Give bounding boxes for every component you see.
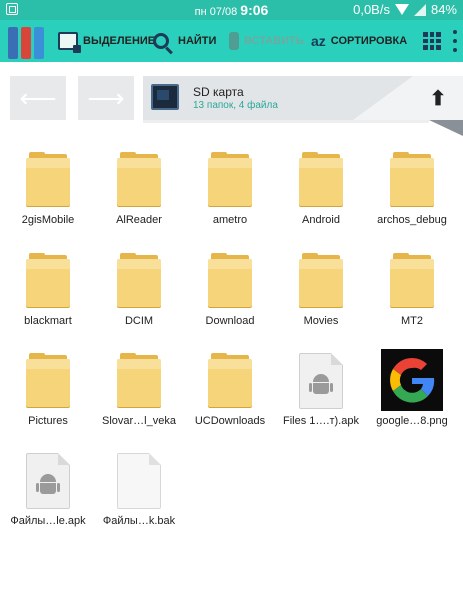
status-time: 9:06 [240, 2, 269, 18]
file-name: Android [302, 214, 340, 226]
file-manager-screen: пн 07/08 9:06 0,0B/s 84% ВЫДЕЛЕНИЕ НАЙТИ … [0, 0, 463, 600]
path-bar-shadow [143, 120, 429, 123]
file-name: Slovar…l_veka [102, 415, 176, 427]
back-arrow-icon: ⟵ [19, 83, 57, 113]
folder-icon [26, 152, 70, 208]
wifi-icon [394, 4, 409, 15]
file-name: MT2 [401, 315, 423, 327]
select-label: ВЫДЕЛЕНИЕ [83, 35, 156, 47]
up-arrow-icon: ⬆ [429, 87, 447, 110]
app-logo-icon[interactable] [8, 23, 46, 59]
file-name: blackmart [24, 315, 72, 327]
file-item[interactable]: UCDownloads [184, 353, 276, 443]
forward-button[interactable]: ⟶ [78, 76, 134, 120]
file-item[interactable]: Movies [275, 253, 367, 343]
paste-label: ВСТАВИТЬ [244, 35, 304, 47]
folder-icon [117, 353, 161, 409]
file-name: Files 1….т).apk [283, 415, 359, 427]
folder-icon [208, 152, 252, 208]
toolbar: ВЫДЕЛЕНИЕ НАЙТИ ВСТАВИТЬ az СОРТИРОВКА [0, 20, 463, 62]
search-button[interactable]: НАЙТИ [153, 20, 216, 62]
file-item[interactable]: DCIM [93, 253, 185, 343]
more-menu-icon[interactable] [453, 30, 457, 52]
paste-icon [229, 32, 239, 50]
file-name: Файлы…le.apk [10, 515, 86, 527]
file-name: AlReader [116, 214, 162, 226]
file-item[interactable]: Files 1….т).apk [275, 353, 367, 443]
file-item[interactable]: Файлы…le.apk [2, 453, 94, 543]
forward-arrow-icon: ⟶ [87, 83, 125, 113]
folder-icon [26, 253, 70, 309]
blank-file-icon [117, 453, 161, 509]
battery-level: 84% [430, 2, 457, 17]
folder-icon [26, 353, 70, 409]
file-item[interactable]: Download [184, 253, 276, 343]
status-right: 0,0B/s 84% [353, 2, 457, 17]
file-name: google…8.png [376, 415, 448, 427]
file-item[interactable]: 2gisMobile [2, 152, 94, 242]
path-subtitle: 13 папок, 4 файла [193, 100, 278, 111]
file-name: Файлы…k.bak [102, 515, 176, 527]
file-name: ametro [212, 214, 248, 226]
file-item[interactable]: MT2 [366, 253, 458, 343]
folder-icon [299, 152, 343, 208]
file-name: DCIM [124, 315, 154, 327]
folder-icon [390, 253, 434, 309]
android-apk-icon [299, 353, 343, 409]
grid-view-icon[interactable] [423, 32, 441, 50]
network-speed: 0,0B/s [353, 2, 390, 17]
file-name: Pictures [28, 415, 68, 427]
status-bar: пн 07/08 9:06 0,0B/s 84% [0, 0, 463, 20]
sort-label: СОРТИРОВКА [330, 35, 408, 47]
search-icon [153, 33, 169, 49]
sort-button[interactable]: az СОРТИРОВКА [311, 20, 407, 62]
file-item[interactable]: google…8.png [366, 349, 458, 443]
folder-icon [117, 152, 161, 208]
search-label: НАЙТИ [178, 35, 217, 47]
file-item[interactable]: ametro [184, 152, 276, 242]
select-button[interactable]: ВЫДЕЛЕНИЕ [58, 20, 155, 62]
google-logo-icon [381, 349, 443, 415]
folder-icon [208, 353, 252, 409]
folder-icon [390, 152, 434, 208]
sd-card-icon [151, 84, 179, 110]
back-button[interactable]: ⟵ [10, 76, 66, 120]
file-item[interactable]: Pictures [2, 353, 94, 443]
path-title: SD карта [193, 85, 244, 99]
file-name: archos_debug [377, 214, 447, 226]
file-name: Download [205, 315, 255, 327]
file-name: 2gisMobile [21, 214, 75, 226]
folder-icon [299, 253, 343, 309]
page-curl-icon [429, 120, 463, 136]
paste-button[interactable]: ВСТАВИТЬ [229, 20, 304, 62]
android-apk-icon [26, 453, 70, 509]
folder-icon [117, 253, 161, 309]
sort-icon: az [311, 33, 326, 49]
file-item[interactable]: AlReader [93, 152, 185, 242]
file-item[interactable]: archos_debug [366, 152, 458, 242]
select-icon [58, 32, 81, 53]
path-bar[interactable]: SD карта 13 папок, 4 файла ⬆ [143, 76, 463, 120]
up-button[interactable]: ⬆ [413, 76, 463, 120]
status-date: пн 07/08 [194, 6, 238, 18]
file-name: UCDownloads [194, 415, 266, 427]
folder-icon [208, 253, 252, 309]
signal-icon [413, 3, 426, 16]
file-item[interactable]: Android [275, 152, 367, 242]
file-item[interactable]: Файлы…k.bak [93, 453, 185, 543]
file-item[interactable]: blackmart [2, 253, 94, 343]
path-divider [353, 76, 413, 120]
file-name: Movies [303, 315, 339, 327]
file-item[interactable]: Slovar…l_veka [93, 353, 185, 443]
